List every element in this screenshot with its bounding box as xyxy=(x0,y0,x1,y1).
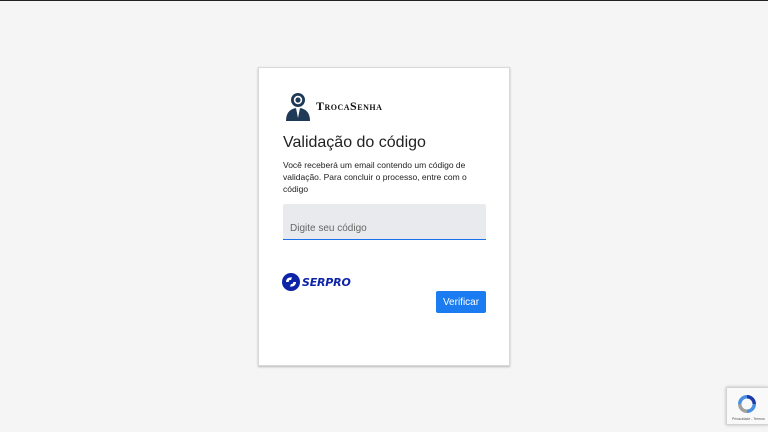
instructions-text: Você receberá um email contendo um códig… xyxy=(283,160,467,194)
top-border xyxy=(0,0,768,1)
user-key-icon xyxy=(286,93,310,121)
serpro-logo: SERPRO xyxy=(282,273,351,291)
brand-header: TrocaSenha xyxy=(284,91,382,121)
recaptcha-links[interactable]: Privacidade - Termos xyxy=(732,417,765,421)
serpro-wordmark: SERPRO xyxy=(302,275,351,289)
serpro-logo-icon xyxy=(282,273,300,291)
page-title: Validação do código xyxy=(283,134,426,151)
recaptcha-icon xyxy=(738,395,756,413)
validation-card: TrocaSenha Validação do código Você rece… xyxy=(258,67,510,366)
recaptcha-badge[interactable]: Privacidade - Termos xyxy=(726,387,768,425)
brand-name: TrocaSenha xyxy=(316,98,383,113)
validation-code-input[interactable] xyxy=(283,204,486,240)
verify-button[interactable]: Verificar xyxy=(436,291,486,313)
